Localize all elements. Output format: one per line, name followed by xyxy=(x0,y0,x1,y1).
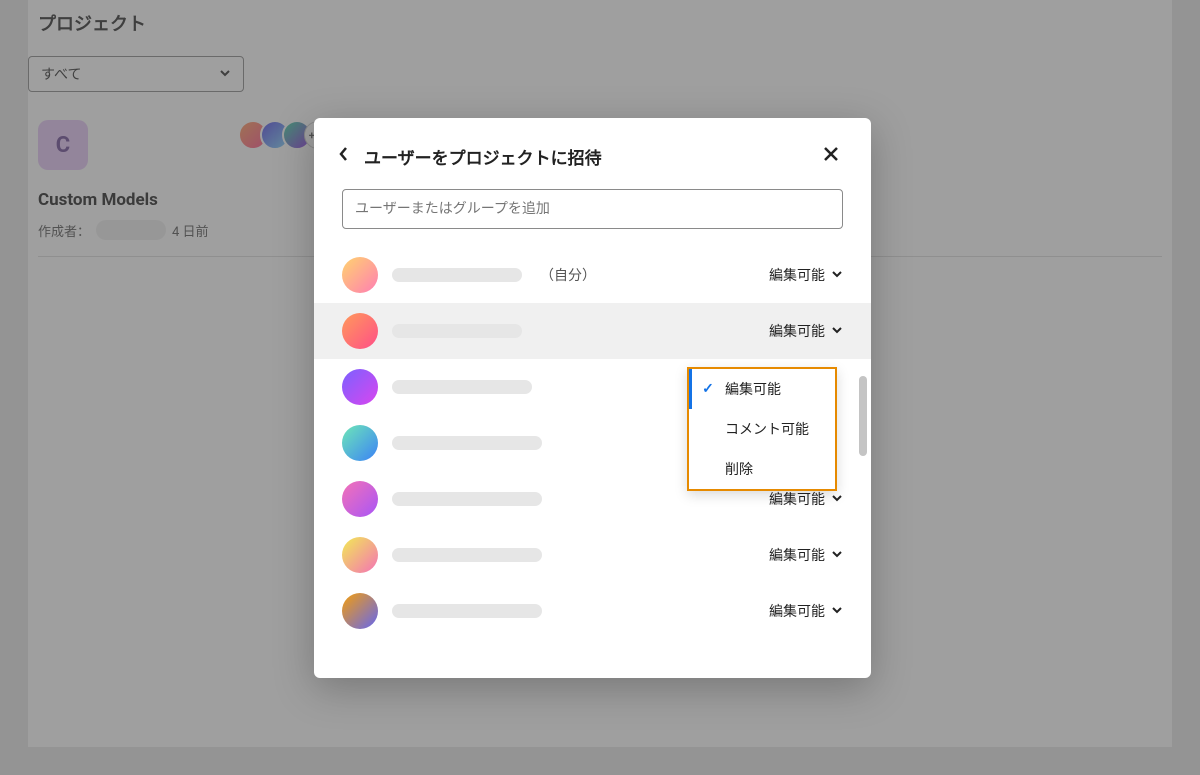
dropdown-item-label: 削除 xyxy=(725,459,753,479)
modal-body: （自分）編集可能編集可能編集可能編集可能編集可能編集可能編集可能 ✓ 編集可能 … xyxy=(314,189,871,678)
modal-title: ユーザーをプロジェクトに招待 xyxy=(364,144,602,169)
user-avatar xyxy=(342,257,378,293)
permission-select[interactable]: 編集可能 xyxy=(769,545,843,565)
user-name-redacted xyxy=(392,436,542,450)
modal-header: ユーザーをプロジェクトに招待 xyxy=(314,118,871,189)
user-avatar xyxy=(342,369,378,405)
scrollbar-thumb[interactable] xyxy=(859,376,867,456)
user-name-redacted xyxy=(392,492,542,506)
chevron-down-icon xyxy=(831,604,843,619)
permission-label: 編集可能 xyxy=(769,489,825,509)
dropdown-item-edit[interactable]: ✓ 編集可能 xyxy=(689,369,835,409)
permission-label: 編集可能 xyxy=(769,321,825,341)
self-suffix: （自分） xyxy=(540,265,596,285)
user-avatar xyxy=(342,481,378,517)
user-list[interactable]: （自分）編集可能編集可能編集可能編集可能編集可能編集可能編集可能 ✓ 編集可能 … xyxy=(314,247,871,678)
user-avatar xyxy=(342,425,378,461)
permission-select[interactable]: 編集可能 xyxy=(769,265,843,285)
permission-select[interactable]: 編集可能 xyxy=(769,321,843,341)
user-name-redacted xyxy=(392,324,522,338)
user-row: 編集可能 xyxy=(314,583,871,639)
permission-label: 編集可能 xyxy=(769,265,825,285)
user-avatar xyxy=(342,313,378,349)
user-avatar xyxy=(342,593,378,629)
chevron-down-icon xyxy=(831,492,843,507)
chevron-down-icon xyxy=(831,548,843,563)
close-icon[interactable] xyxy=(819,142,843,171)
dropdown-item-comment[interactable]: コメント可能 xyxy=(689,409,835,449)
user-name-redacted xyxy=(392,380,532,394)
user-row: 編集可能 xyxy=(314,527,871,583)
dropdown-item-label: コメント可能 xyxy=(725,419,809,439)
chevron-down-icon xyxy=(831,268,843,283)
user-avatar xyxy=(342,537,378,573)
permission-select[interactable]: 編集可能 xyxy=(769,489,843,509)
permission-label: 編集可能 xyxy=(769,545,825,565)
permission-label: 編集可能 xyxy=(769,601,825,621)
permission-dropdown: ✓ 編集可能 コメント可能 削除 xyxy=(687,367,837,491)
user-name-redacted xyxy=(392,268,522,282)
check-icon: ✓ xyxy=(701,381,715,397)
back-icon[interactable] xyxy=(338,146,350,167)
user-row: （自分） 編集可能 xyxy=(314,247,871,303)
user-name-redacted xyxy=(392,548,542,562)
chevron-down-icon xyxy=(831,324,843,339)
user-name-redacted xyxy=(392,604,542,618)
user-row: 編集可能 xyxy=(314,303,871,359)
dropdown-item-delete[interactable]: 削除 xyxy=(689,449,835,489)
user-search-input[interactable] xyxy=(342,189,843,229)
invite-users-modal: ユーザーをプロジェクトに招待 （自分）編集可能編集可能編集可能編集可能編集可能編… xyxy=(314,118,871,678)
dropdown-item-label: 編集可能 xyxy=(725,379,781,399)
permission-select[interactable]: 編集可能 xyxy=(769,601,843,621)
